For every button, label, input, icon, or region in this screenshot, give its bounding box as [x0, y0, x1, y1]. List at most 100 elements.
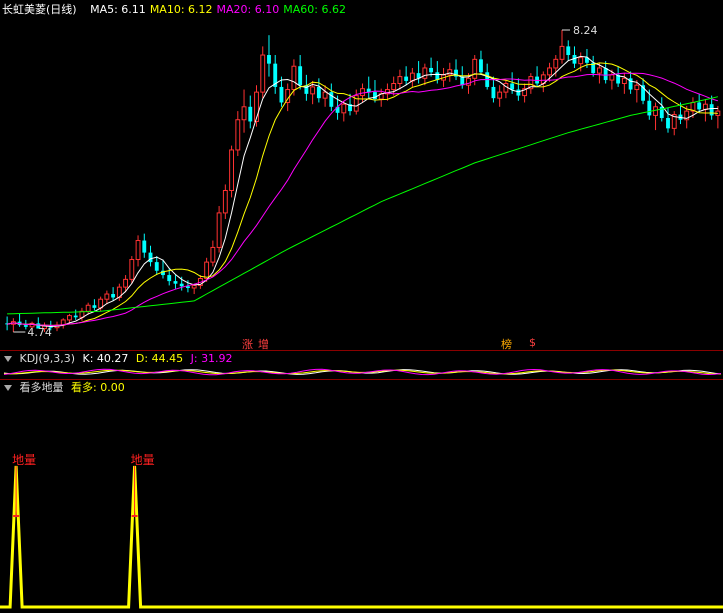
candle[interactable] — [522, 83, 528, 103]
kdj-k-value: 40.27 — [96, 352, 129, 365]
candle-body — [609, 74, 615, 81]
candle[interactable] — [111, 287, 116, 301]
candle[interactable] — [572, 46, 577, 68]
ma-legend: MA5: 6.11 MA10: 6.12 MA20: 6.10 MA60: 6.62 — [90, 3, 350, 16]
candle[interactable] — [67, 313, 72, 324]
indicator-panel[interactable]: 地量 地量 — [0, 396, 723, 613]
candle[interactable] — [503, 80, 509, 99]
candle[interactable] — [671, 111, 677, 136]
ma-legend-item: MA10: 6.12 — [149, 3, 213, 16]
event-label-dollar: $ — [529, 336, 536, 349]
candle-body — [603, 67, 608, 81]
candle[interactable] — [92, 299, 97, 311]
candle[interactable] — [559, 30, 565, 64]
candle[interactable] — [697, 93, 702, 113]
kdj-j: J: 31.92 — [190, 352, 233, 365]
price-panel[interactable]: 8.24 4.74 — [0, 16, 723, 352]
candle[interactable] — [715, 105, 721, 129]
candle[interactable] — [447, 62, 453, 82]
indicator-header: 看多地量 看多: 0.00 — [0, 380, 129, 396]
candle[interactable] — [241, 89, 247, 133]
candle[interactable] — [329, 83, 334, 112]
candle[interactable] — [298, 55, 303, 90]
candle-body — [559, 45, 565, 60]
indicator-title: 看多地量 — [19, 381, 64, 394]
candle[interactable] — [454, 59, 458, 81]
candle[interactable] — [173, 275, 178, 289]
kdj-j-label: J — [190, 352, 194, 365]
candle-body — [167, 275, 172, 282]
indicator-item: 看多: 0.00 — [71, 381, 125, 394]
candle[interactable] — [229, 145, 235, 198]
candle[interactable] — [397, 69, 403, 90]
candle[interactable] — [422, 63, 428, 86]
ma-legend-item: MA5: 6.11 — [90, 3, 146, 16]
low-price-label: 4.74 — [27, 326, 51, 339]
indicator-item-label: 看多 — [71, 381, 93, 394]
candle-body — [666, 118, 670, 129]
candle[interactable] — [316, 78, 321, 103]
candle[interactable] — [142, 233, 147, 258]
candle-body — [279, 86, 284, 103]
candle-body — [447, 69, 453, 76]
candle[interactable] — [17, 313, 22, 327]
candle-body — [92, 305, 97, 308]
candle[interactable] — [5, 316, 10, 331]
candle[interactable] — [235, 111, 241, 156]
candle[interactable] — [210, 240, 216, 267]
candle[interactable] — [260, 46, 266, 99]
candle[interactable] — [641, 78, 645, 105]
candle[interactable] — [154, 256, 159, 276]
candle[interactable] — [416, 61, 421, 84]
candle[interactable] — [267, 35, 271, 77]
candle[interactable] — [135, 235, 141, 267]
kdj-panel[interactable] — [0, 366, 723, 378]
candle[interactable] — [391, 76, 397, 96]
collapse-arrow-icon-2[interactable] — [4, 385, 12, 391]
candle-body — [510, 83, 515, 90]
candle[interactable] — [479, 50, 483, 75]
candle[interactable] — [603, 61, 608, 84]
candle[interactable] — [540, 71, 546, 93]
candle[interactable] — [104, 290, 110, 305]
candle[interactable] — [497, 85, 503, 107]
candle[interactable] — [429, 57, 434, 77]
candle-body — [123, 278, 129, 288]
candle-body — [310, 86, 316, 95]
candle[interactable] — [409, 67, 415, 87]
candle[interactable] — [60, 318, 66, 329]
candle[interactable] — [566, 40, 571, 62]
kandi-line — [0, 465, 723, 609]
candle[interactable] — [248, 95, 253, 129]
candle[interactable] — [254, 85, 259, 127]
candle[interactable] — [353, 89, 359, 115]
candle[interactable] — [273, 55, 278, 94]
candle-body — [621, 77, 627, 84]
candle-body — [222, 189, 228, 214]
candle[interactable] — [216, 206, 222, 253]
candle[interactable] — [148, 245, 153, 267]
candle[interactable] — [404, 66, 409, 86]
kdj-title: KDJ(9,3,3) — [19, 352, 76, 365]
candle-body — [129, 259, 135, 280]
candle[interactable] — [516, 78, 521, 101]
candle[interactable] — [535, 66, 540, 87]
candle[interactable] — [10, 318, 16, 332]
candle[interactable] — [591, 55, 596, 77]
candle[interactable] — [73, 309, 78, 320]
candle[interactable] — [366, 76, 371, 99]
candle[interactable] — [322, 85, 328, 107]
candle-body — [697, 102, 702, 110]
candle[interactable] — [653, 102, 658, 131]
candle[interactable] — [491, 76, 496, 103]
ma60-line — [7, 96, 719, 315]
candle-body — [216, 212, 222, 248]
candle[interactable] — [222, 184, 228, 219]
candle[interactable] — [628, 71, 633, 94]
candle[interactable] — [129, 256, 135, 284]
candle-body — [173, 281, 178, 284]
collapse-arrow-icon[interactable] — [4, 356, 12, 362]
candle-body — [596, 67, 602, 74]
candle[interactable] — [528, 73, 534, 94]
kdj-j-value: 31.92 — [201, 352, 233, 365]
